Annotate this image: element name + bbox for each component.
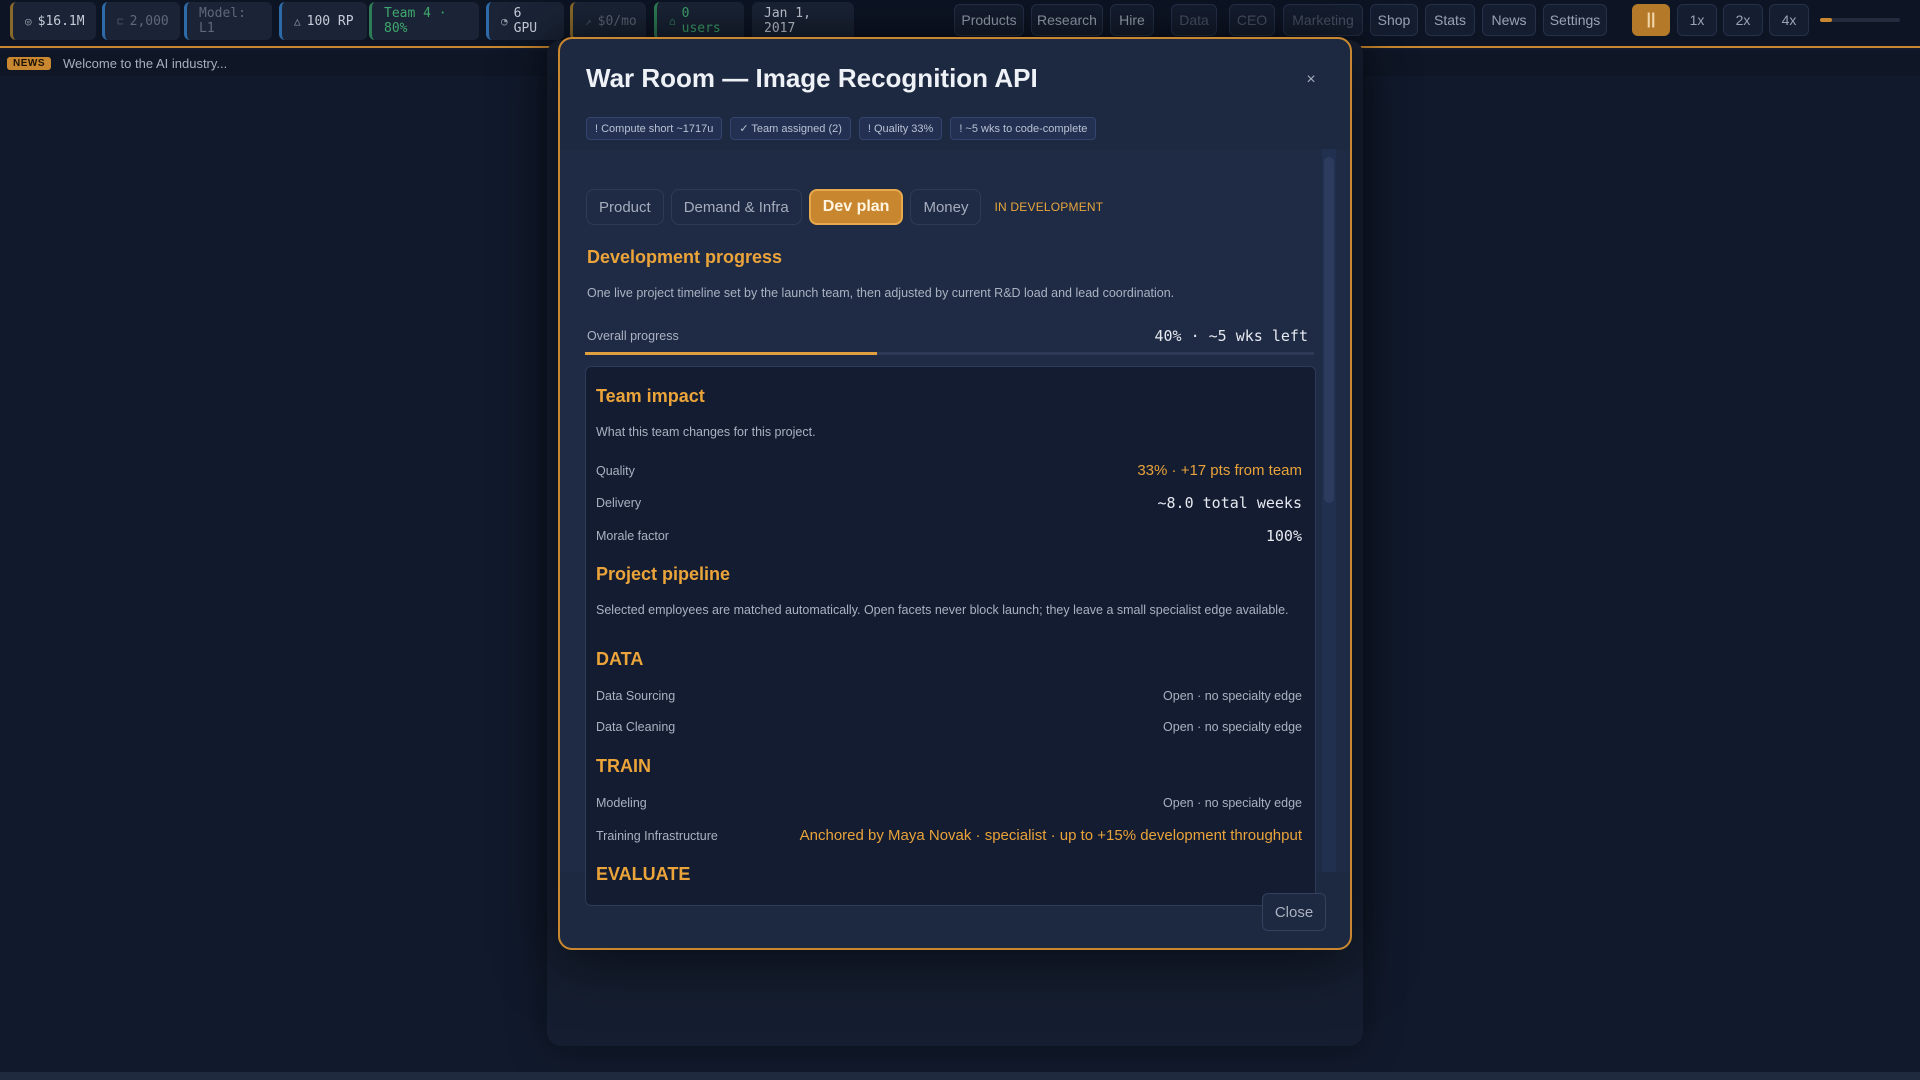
revenue-icon: ↗ bbox=[585, 14, 592, 28]
chip-weeks: ! ~5 wks to code-complete bbox=[950, 117, 1097, 140]
data-icon: ⊏ bbox=[117, 14, 124, 28]
impact-label: Quality bbox=[596, 463, 635, 478]
tab-money[interactable]: Money bbox=[910, 189, 982, 225]
progress-bar-fill bbox=[585, 352, 877, 355]
dev-progress-description: One live project timeline set by the lau… bbox=[587, 286, 1175, 300]
tab-demand-infra[interactable]: Demand & Infra bbox=[670, 189, 802, 225]
progress-bar bbox=[585, 352, 1314, 355]
model-value: Model: L1 bbox=[199, 6, 246, 36]
facet-label: Data Sourcing bbox=[596, 689, 676, 703]
stage-data: DATA bbox=[596, 649, 644, 669]
nav-news[interactable]: News bbox=[1482, 4, 1536, 36]
impact-value: ~8.0 total weeks bbox=[1157, 494, 1303, 512]
team-impact-description: What this team changes for this project. bbox=[596, 425, 816, 439]
project-pipeline-description: Selected employees are matched automatic… bbox=[596, 603, 1289, 617]
facet-value: Open · no specialty edge bbox=[1163, 720, 1302, 734]
nav-shop[interactable]: Shop bbox=[1370, 4, 1418, 36]
close-button[interactable]: Close bbox=[1262, 893, 1326, 931]
chip-quality: ! Quality 33% bbox=[858, 117, 943, 140]
impact-value: 100% bbox=[1265, 527, 1302, 545]
coin-icon: ◎ bbox=[25, 14, 32, 28]
impact-row-delivery: Delivery ~8.0 total weeks bbox=[596, 494, 1302, 512]
nav-marketing[interactable]: Marketing bbox=[1283, 4, 1363, 36]
nav-hire[interactable]: Hire bbox=[1110, 4, 1154, 36]
chip-compute: ! Compute short ~1717u bbox=[586, 117, 723, 140]
nav-data[interactable]: Data bbox=[1171, 4, 1217, 36]
nav-ceo[interactable]: CEO bbox=[1229, 4, 1275, 36]
pause-icon: || bbox=[1646, 11, 1656, 28]
news-badge: NEWS bbox=[7, 56, 51, 70]
revenue-stat[interactable]: ↗ $0/mo bbox=[570, 2, 646, 40]
impact-row-morale: Morale factor 100% bbox=[596, 527, 1302, 545]
game-date: Jan 1, 2017 bbox=[752, 2, 854, 40]
stage-train: TRAIN bbox=[596, 756, 651, 776]
speed-1x-button[interactable]: 1x bbox=[1677, 4, 1717, 36]
speed-slider[interactable] bbox=[1820, 18, 1900, 22]
status-chips: ! Compute short ~1717u ✓ Team assigned (… bbox=[586, 117, 1097, 140]
facet-label: Training Infrastructure bbox=[596, 828, 718, 843]
impact-row-quality: Quality 33% · +17 pts from team bbox=[596, 462, 1302, 479]
rp-value: 100 RP bbox=[306, 13, 354, 29]
pipeline-row: Training Infrastructure Anchored by Maya… bbox=[596, 827, 1302, 844]
date-value: Jan 1, 2017 bbox=[764, 6, 811, 36]
users-value: 0 users bbox=[681, 6, 721, 36]
pipeline-row: Data Cleaning Open · no specialty edge bbox=[596, 720, 1302, 734]
pause-button[interactable]: || bbox=[1632, 4, 1670, 36]
close-icon[interactable]: × bbox=[1298, 67, 1324, 93]
tab-bar: Product Demand & Infra Dev plan Money IN… bbox=[586, 189, 1103, 225]
stage-evaluate: EVALUATE bbox=[596, 864, 691, 884]
scroll-thumb[interactable] bbox=[1324, 157, 1334, 503]
dev-progress-title: Development progress bbox=[587, 247, 783, 267]
team-value: Team 4 · 80% bbox=[384, 6, 447, 36]
news-text[interactable]: Welcome to the AI industry... bbox=[63, 56, 227, 71]
nav-stats[interactable]: Stats bbox=[1425, 4, 1475, 36]
nav-research[interactable]: Research bbox=[1031, 4, 1103, 36]
facet-label: Data Cleaning bbox=[596, 720, 676, 734]
data-stat[interactable]: ⊏ 2,000 bbox=[102, 2, 180, 40]
tab-dev-plan[interactable]: Dev plan bbox=[808, 189, 904, 225]
progress-label: Overall progress bbox=[587, 329, 679, 343]
users-stat[interactable]: ⌂ 0 users bbox=[654, 2, 744, 40]
model-stat[interactable]: Model: L1 bbox=[184, 2, 272, 40]
team-stat[interactable]: Team 4 · 80% bbox=[369, 2, 479, 40]
pipeline-row: Data Sourcing Open · no specialty edge bbox=[596, 689, 1302, 703]
research-points-stat[interactable]: △ 100 RP bbox=[279, 2, 367, 40]
cash-value: $16.1M bbox=[37, 13, 85, 29]
impact-label: Morale factor bbox=[596, 529, 669, 543]
impact-value: 33% · +17 pts from team bbox=[1137, 462, 1302, 479]
project-pipeline-title: Project pipeline bbox=[596, 564, 731, 584]
progress-value: 40% · ~5 wks left bbox=[1154, 327, 1308, 345]
war-room-modal: War Room — Image Recognition API × ! Com… bbox=[558, 37, 1352, 950]
data-value: 2,000 bbox=[129, 13, 169, 29]
pipeline-row: Modeling Open · no specialty edge bbox=[596, 796, 1302, 810]
facet-value: Open · no specialty edge bbox=[1163, 796, 1302, 810]
gpu-value: 6 GPU bbox=[513, 6, 538, 36]
details-card: Team impact What this team changes for t… bbox=[585, 366, 1316, 906]
modal-body: Product Demand & Infra Dev plan Money IN… bbox=[560, 149, 1350, 906]
speed-4x-button[interactable]: 4x bbox=[1769, 4, 1809, 36]
chip-team: ✓ Team assigned (2) bbox=[730, 117, 851, 140]
nav-products[interactable]: Products bbox=[954, 4, 1024, 36]
impact-label: Delivery bbox=[596, 496, 642, 510]
modal-title: War Room — Image Recognition API bbox=[586, 63, 1038, 93]
speed-slider-fill bbox=[1820, 18, 1832, 22]
bottom-strip bbox=[0, 1072, 1920, 1080]
gpu-icon: ◔ bbox=[501, 14, 508, 28]
status-badge: IN DEVELOPMENT bbox=[994, 200, 1104, 214]
team-impact-title: Team impact bbox=[596, 386, 705, 406]
facet-label: Modeling bbox=[596, 796, 647, 810]
users-icon: ⌂ bbox=[669, 14, 676, 28]
facet-value: Anchored by Maya Novak · specialist · up… bbox=[799, 827, 1302, 844]
scrollbar[interactable] bbox=[1322, 149, 1336, 872]
speed-2x-button[interactable]: 2x bbox=[1723, 4, 1763, 36]
flask-icon: △ bbox=[294, 14, 301, 28]
nav-settings[interactable]: Settings bbox=[1543, 4, 1607, 36]
gpu-stat[interactable]: ◔ 6 GPU bbox=[486, 2, 564, 40]
facet-value: Open · no specialty edge bbox=[1163, 689, 1302, 703]
revenue-value: $0/mo bbox=[597, 13, 637, 29]
tab-product[interactable]: Product bbox=[586, 189, 664, 225]
cash-stat[interactable]: ◎ $16.1M bbox=[10, 2, 96, 40]
